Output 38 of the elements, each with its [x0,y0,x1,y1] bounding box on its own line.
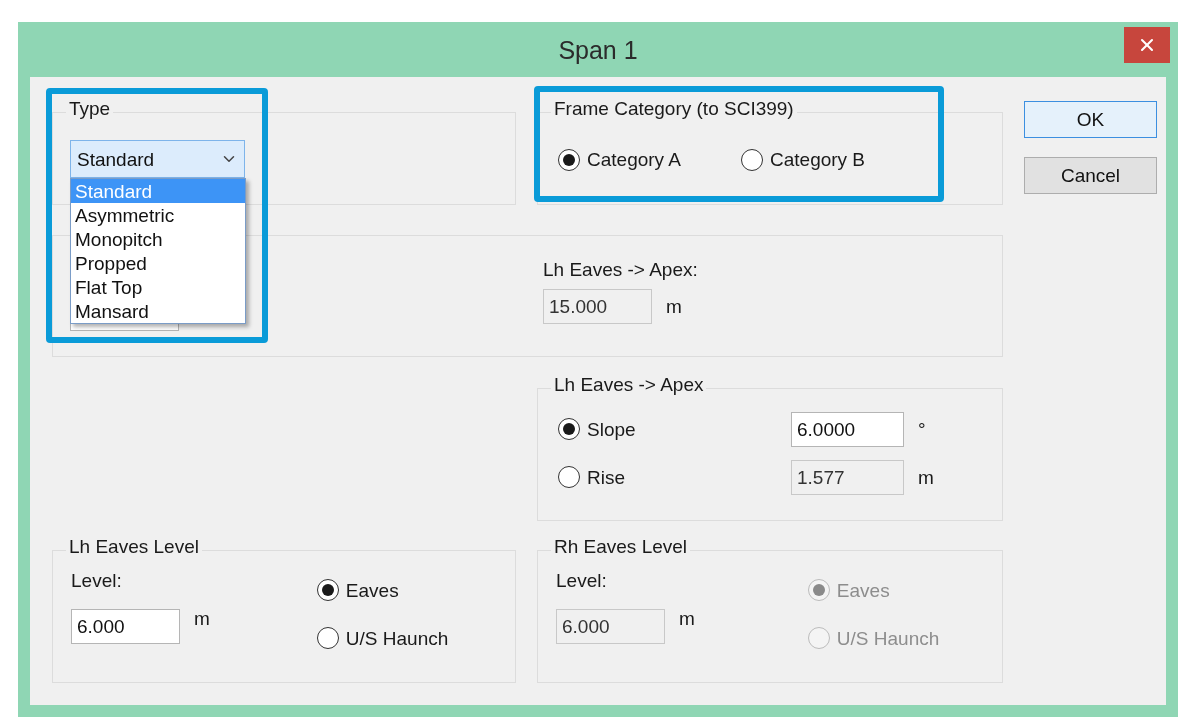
input-field[interactable]: 6.000 [71,609,180,644]
radio-button[interactable] [316,627,339,649]
radio-button[interactable] [741,148,763,171]
group-label: Lh Eaves -> Apex [551,375,707,394]
radio-button[interactable] [558,418,580,440]
dropdown-option[interactable]: Mansard [71,299,245,323]
group-label: Rh Eaves Level [551,537,691,556]
unit-label: m [666,297,682,316]
unit-label: m [679,609,695,628]
close-button[interactable] [1124,27,1170,63]
dropdown-option[interactable]: Flat Top [71,275,245,299]
field-label: Level: [556,571,608,593]
radio-label: Category B [770,150,866,169]
radio-button[interactable] [316,579,339,601]
radio-label: U/S Haunch [836,628,940,648]
radio-label: Category A [587,150,681,169]
group-label: Frame Category (to SCI399) [551,99,797,118]
radio-button[interactable] [558,148,580,171]
unit-label: ° [918,418,926,440]
dropdown-option[interactable]: Monopitch [71,227,245,251]
dropdown-option[interactable]: Propped [71,251,245,275]
radio-label: Eaves [836,580,890,600]
radio-label: U/S Haunch [345,628,449,648]
unit-label: m [918,466,934,488]
group-label: Type [66,99,114,118]
field-label: Lh Eaves -> Apex: [543,260,698,279]
dialog-button[interactable]: OK [1024,101,1157,138]
unit-label: m [194,609,210,628]
dropdown-option[interactable]: Asymmetric [71,203,245,227]
radio-label: Slope [587,419,636,439]
radio-label: Eaves [345,580,399,600]
input-field[interactable]: 6.0000 [791,411,904,447]
window-title: Span 1 [557,38,639,63]
dialog-button[interactable]: Cancel [1024,157,1157,194]
dropdown[interactable]: Standard [70,140,245,178]
radio-label: Rise [587,467,625,487]
field-label: Level: [71,571,123,593]
group-label: Lh Eaves Level [66,537,202,556]
